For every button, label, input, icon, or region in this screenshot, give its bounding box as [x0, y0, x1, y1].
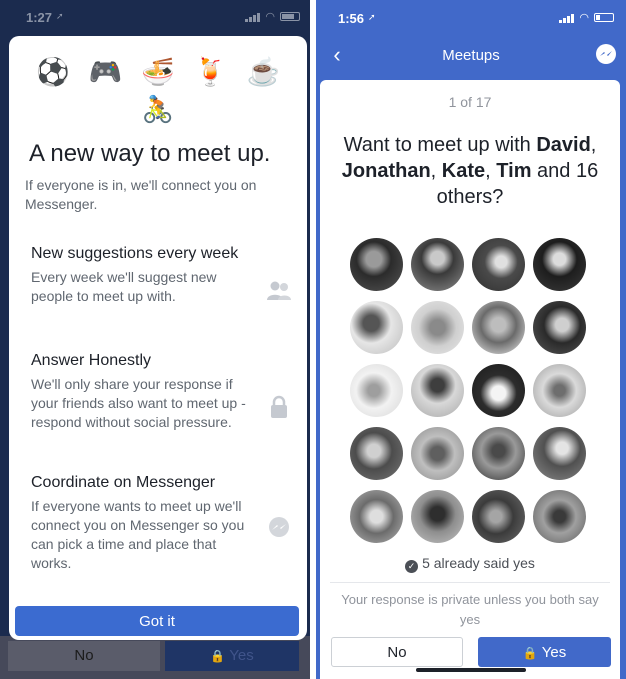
signal-icon — [245, 12, 261, 22]
yes-button[interactable]: 🔒 Yes — [478, 637, 611, 667]
wifi-icon: ◠ — [265, 11, 275, 23]
got-it-button[interactable]: Got it — [15, 606, 299, 636]
activity-emoji-row: ⚽ 🎮 🍜 🍹 ☕ — [9, 56, 307, 88]
lock-icon: 🔒 — [522, 645, 538, 660]
feature-description: If everyone wants to meet up we'll conne… — [31, 498, 245, 571]
profile-photo[interactable] — [472, 301, 525, 354]
profile-photo[interactable] — [350, 301, 403, 354]
status-time: 1:56 — [338, 11, 365, 26]
status-time: 1:27 — [26, 10, 53, 25]
divider — [330, 582, 610, 583]
lock-icon — [266, 395, 292, 419]
feature-suggestions: New suggestions every week Every week we… — [31, 243, 251, 306]
dimmed-yes-button: 🔒 Yes — [165, 641, 299, 671]
feature-description: Every week we'll suggest new people to m… — [31, 269, 217, 304]
dimmed-no-button: No — [8, 641, 160, 671]
location-arrow-icon: ➚ — [368, 12, 376, 22]
feature-messenger: Coordinate on Messenger If everyone want… — [31, 472, 251, 573]
people-photo-grid — [350, 238, 595, 543]
nav-bar: ‹ Meetups — [316, 40, 626, 74]
profile-photo[interactable] — [411, 238, 464, 291]
privacy-note: Your response is private unless you both… — [341, 592, 599, 627]
home-indicator — [416, 668, 526, 672]
profile-photo[interactable] — [533, 427, 586, 480]
profile-photo[interactable] — [350, 238, 403, 291]
cyclist-icon: 🚴 — [141, 94, 175, 124]
profile-photo[interactable] — [472, 364, 525, 417]
friend-name: Jonathan — [341, 160, 431, 182]
feature-title: Coordinate on Messenger — [31, 474, 216, 491]
checkmark-icon: ✓ — [405, 560, 419, 573]
profile-photo[interactable] — [533, 238, 586, 291]
coffee-icon: ☕ — [246, 57, 281, 87]
page-title: Meetups — [442, 47, 500, 64]
friend-name: David — [536, 134, 591, 156]
messenger-icon[interactable] — [596, 44, 616, 64]
location-arrow-icon: ➚ — [56, 11, 64, 21]
status-bar: 1:27 ➚ ◠ — [0, 0, 310, 30]
lock-icon: 🔒 — [210, 649, 226, 663]
soccer-ball-icon: ⚽ — [35, 57, 70, 87]
feature-title: Answer Honestly — [31, 352, 152, 369]
modal-title: A new way to meet up. — [29, 140, 271, 167]
profile-photo[interactable] — [411, 301, 464, 354]
already-said-yes: ✓ 5 already said yes — [320, 555, 620, 573]
people-icon — [266, 280, 292, 304]
profile-photo[interactable] — [472, 427, 525, 480]
game-controller-icon: 🎮 — [88, 57, 123, 87]
profile-photo[interactable] — [472, 238, 525, 291]
meetup-card: 1 of 17 Want to meet up with David, Jona… — [320, 80, 620, 679]
tropical-drink-icon: 🍹 — [193, 57, 228, 87]
profile-photo[interactable] — [411, 490, 464, 543]
feature-title: New suggestions every week — [31, 245, 239, 262]
left-phone: 1:27 ➚ ◠ No 🔒 Yes ⚽ 🎮 🍜 🍹 ☕ 🚴 A new way … — [0, 0, 310, 679]
feature-description: We'll only share your response if your f… — [31, 376, 246, 430]
friend-name: Kate — [441, 160, 486, 182]
no-button[interactable]: No — [331, 637, 463, 667]
profile-photo[interactable] — [533, 301, 586, 354]
status-bar: 1:56 ➚ ◠ — [316, 0, 626, 30]
meetup-question: Want to meet up with David, Jonathan, Ka… — [341, 134, 599, 208]
profile-photo[interactable] — [411, 427, 464, 480]
intro-modal: ⚽ 🎮 🍜 🍹 ☕ 🚴 A new way to meet up. If eve… — [9, 36, 307, 640]
right-phone: 1:56 ➚ ◠ ‹ Meetups 1 of 17 Want to meet … — [316, 0, 626, 679]
feature-honesty: Answer Honestly We'll only share your re… — [31, 350, 251, 432]
battery-icon — [594, 13, 614, 22]
profile-photo[interactable] — [350, 490, 403, 543]
profile-photo[interactable] — [350, 427, 403, 480]
profile-photo[interactable] — [411, 364, 464, 417]
signal-icon — [559, 13, 575, 23]
suggestion-counter: 1 of 17 — [448, 94, 492, 110]
wifi-icon: ◠ — [579, 12, 589, 24]
modal-subtitle: If everyone is in, we'll connect you on … — [25, 177, 257, 212]
battery-icon — [280, 12, 300, 21]
friend-name: Tim — [496, 160, 532, 182]
profile-photo[interactable] — [533, 364, 586, 417]
profile-photo[interactable] — [350, 364, 403, 417]
profile-photo[interactable] — [533, 490, 586, 543]
noodle-bowl-icon: 🍜 — [141, 57, 175, 87]
screenshot: 1:27 ➚ ◠ No 🔒 Yes ⚽ 🎮 🍜 🍹 ☕ 🚴 A new way … — [0, 0, 626, 679]
profile-photo[interactable] — [472, 490, 525, 543]
messenger-icon — [266, 516, 292, 540]
